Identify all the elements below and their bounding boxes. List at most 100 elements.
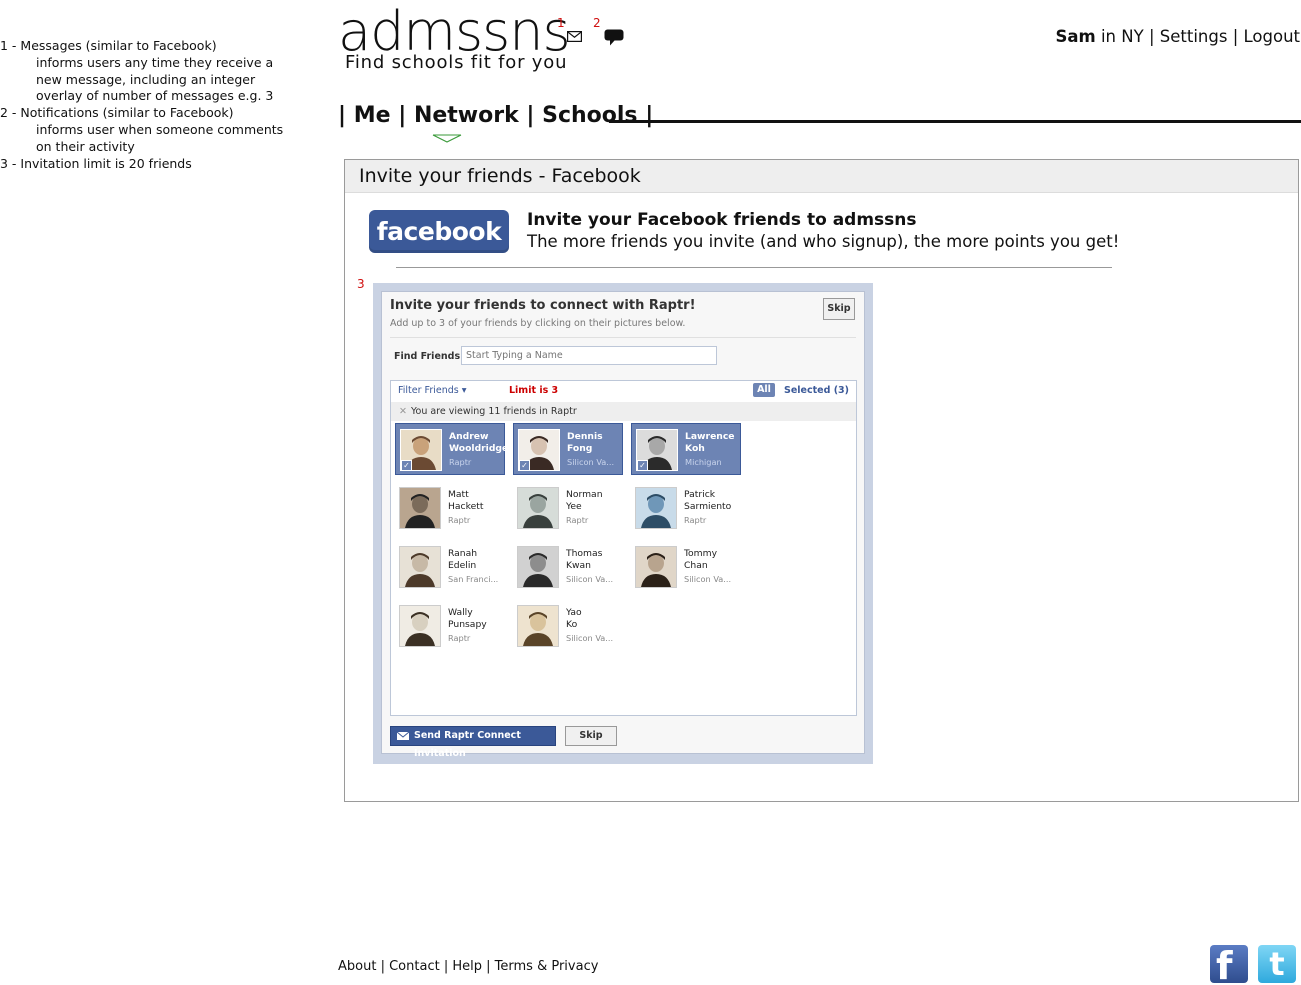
footer-contact-link[interactable]: Contact xyxy=(389,959,440,974)
friend-first-name: Thomas xyxy=(566,548,603,559)
friend-last-name: Kwan xyxy=(566,560,591,571)
friend-network: Raptr xyxy=(684,515,707,525)
friend-name: Lawrence Koh xyxy=(685,431,741,455)
friend-network: Silicon Va... xyxy=(566,574,614,584)
viewing-banner: ✕ You are viewing 11 friends in Raptr xyxy=(391,402,856,421)
friend-last-name: Punsapy xyxy=(448,619,487,630)
annotation-1-title: 1 - Messages (similar to Facebook) xyxy=(0,38,217,53)
friend-last-name: Edelin xyxy=(448,560,477,571)
friend-first-name: Norman xyxy=(566,489,603,500)
skip-button-bottom[interactable]: Skip xyxy=(565,726,617,746)
speech-bubble-icon[interactable] xyxy=(604,29,624,46)
checkmark-icon: ✓ xyxy=(519,460,530,471)
panel-title: Invite your friends - Facebook xyxy=(345,160,1298,193)
nav-item-network[interactable]: Network xyxy=(414,103,519,128)
friend-photo xyxy=(399,546,441,588)
annotation-1-desc: informs users any time they receive a ne… xyxy=(36,54,274,104)
footer-about-link[interactable]: About xyxy=(338,959,376,974)
username-link[interactable]: Sam xyxy=(1056,27,1096,46)
messages-marker: 1 xyxy=(557,16,565,30)
friend-name: Ranah Edelin xyxy=(448,548,504,572)
friend-last-name: Sarmiento xyxy=(684,501,732,512)
friend-network: San Franci... xyxy=(448,574,499,584)
nav-item-schools[interactable]: Schools xyxy=(542,103,637,128)
facebook-invite-dialog: Invite your friends to connect with Rapt… xyxy=(373,283,873,764)
friend-name: Yao Ko xyxy=(566,607,622,631)
friend-tile[interactable]: ✓ Andrew Wooldridge Raptr xyxy=(395,423,508,475)
friend-name: Wally Punsapy xyxy=(448,607,504,631)
annotation-2-desc: informs user when someone comments on th… xyxy=(36,121,284,154)
skip-button-top[interactable]: Skip xyxy=(823,298,855,320)
dialog-divider xyxy=(390,337,856,338)
divider xyxy=(396,267,1112,268)
friend-network: Silicon Va... xyxy=(684,574,732,584)
facebook-glyph: f xyxy=(1216,945,1233,983)
mail-icon[interactable] xyxy=(567,31,582,42)
settings-link[interactable]: Settings xyxy=(1160,27,1228,46)
nav-separator: | xyxy=(398,103,407,128)
logout-link[interactable]: Logout xyxy=(1244,27,1301,46)
invite-panel: Invite your friends - Facebook facebook … xyxy=(344,159,1299,802)
viewing-text: You are viewing 11 friends in Raptr xyxy=(410,406,577,417)
nav-separator: | xyxy=(338,103,347,128)
friend-photo xyxy=(517,546,559,588)
facebook-connect-button[interactable]: facebook xyxy=(369,210,509,253)
send-invitation-button[interactable]: Send Raptr Connect Invitation xyxy=(390,726,556,759)
friend-tile[interactable]: ✓ Dennis Fong Silicon Va... xyxy=(513,423,623,475)
friend-tile[interactable]: Yao Ko Silicon Va... xyxy=(513,600,623,652)
nav-separator: | xyxy=(526,103,535,128)
friend-network: Silicon Va... xyxy=(567,457,615,467)
filter-selected-tab[interactable]: Selected (3) xyxy=(784,385,849,396)
friend-first-name: Tommy xyxy=(684,548,718,559)
filter-friends-label: Filter Friends xyxy=(398,385,459,396)
annotation-notes: 1 - Messages (similar to Facebook) infor… xyxy=(0,38,300,172)
friend-name: Patrick Sarmiento xyxy=(684,489,740,513)
friend-first-name: Andrew xyxy=(449,431,489,442)
user-bar: Sam in NY | Settings | Logout xyxy=(1056,27,1301,46)
friend-photo xyxy=(399,487,441,529)
annotation-3-title: 3 - Invitation limit is 20 friends xyxy=(0,155,192,171)
envelope-icon xyxy=(397,732,409,740)
invite-limit-marker: 3 xyxy=(357,277,365,291)
find-friends-label: Find Friends: xyxy=(394,351,464,362)
friend-tile[interactable]: Wally Punsapy Raptr xyxy=(395,600,505,652)
facebook-icon[interactable]: f xyxy=(1210,945,1248,983)
friend-tile[interactable]: Thomas Kwan Silicon Va... xyxy=(513,541,623,593)
send-invitation-label: Send Raptr Connect Invitation xyxy=(414,730,521,759)
friend-first-name: Patrick xyxy=(684,489,716,500)
filter-bar: Filter Friends ▾ Limit is 3 All Selected… xyxy=(391,381,856,401)
footer-links: About | Contact | Help | Terms & Privacy xyxy=(338,959,598,974)
filter-all-tab[interactable]: All xyxy=(753,383,775,397)
friend-last-name: Koh xyxy=(685,443,705,454)
friend-name: Norman Yee xyxy=(566,489,622,513)
twitter-icon[interactable]: t xyxy=(1258,945,1296,983)
friend-tile[interactable]: Matt Hackett Raptr xyxy=(395,482,505,534)
footer-help-link[interactable]: Help xyxy=(452,959,482,974)
filter-friends-dropdown[interactable]: Filter Friends ▾ xyxy=(398,385,467,396)
friend-name: Andrew Wooldridge xyxy=(449,431,508,455)
footer-separator: | xyxy=(380,959,385,974)
dialog-body: Invite your friends to connect with Rapt… xyxy=(381,291,865,759)
dialog-subtitle: Add up to 3 of your friends by clicking … xyxy=(390,318,686,329)
friend-tile[interactable]: Patrick Sarmiento Raptr xyxy=(631,482,741,534)
friend-last-name: Hackett xyxy=(448,501,484,512)
friend-tile[interactable]: Ranah Edelin San Franci... xyxy=(395,541,505,593)
friend-photo xyxy=(635,487,677,529)
friend-network: Raptr xyxy=(448,515,471,525)
user-location: in NY xyxy=(1100,27,1144,46)
footer-terms-link[interactable]: Terms & Privacy xyxy=(495,959,599,974)
nav-item-me[interactable]: Me xyxy=(354,103,391,128)
userbar-separator: | xyxy=(1148,27,1155,46)
friend-tile[interactable]: Norman Yee Raptr xyxy=(513,482,623,534)
friend-tile[interactable]: ✓ Lawrence Koh Michigan xyxy=(631,423,741,475)
close-icon[interactable]: ✕ xyxy=(399,406,407,417)
friend-photo xyxy=(517,605,559,647)
footer-separator: | xyxy=(486,959,491,974)
limit-text: Limit is 3 xyxy=(509,385,559,396)
active-nav-caret-icon xyxy=(432,134,462,143)
friend-last-name: Chan xyxy=(684,560,708,571)
annotation-2-title: 2 - Notifications (similar to Facebook) xyxy=(0,105,234,121)
friend-tile[interactable]: Tommy Chan Silicon Va... xyxy=(631,541,741,593)
find-friends-input[interactable] xyxy=(461,346,717,365)
friend-first-name: Wally xyxy=(448,607,473,618)
